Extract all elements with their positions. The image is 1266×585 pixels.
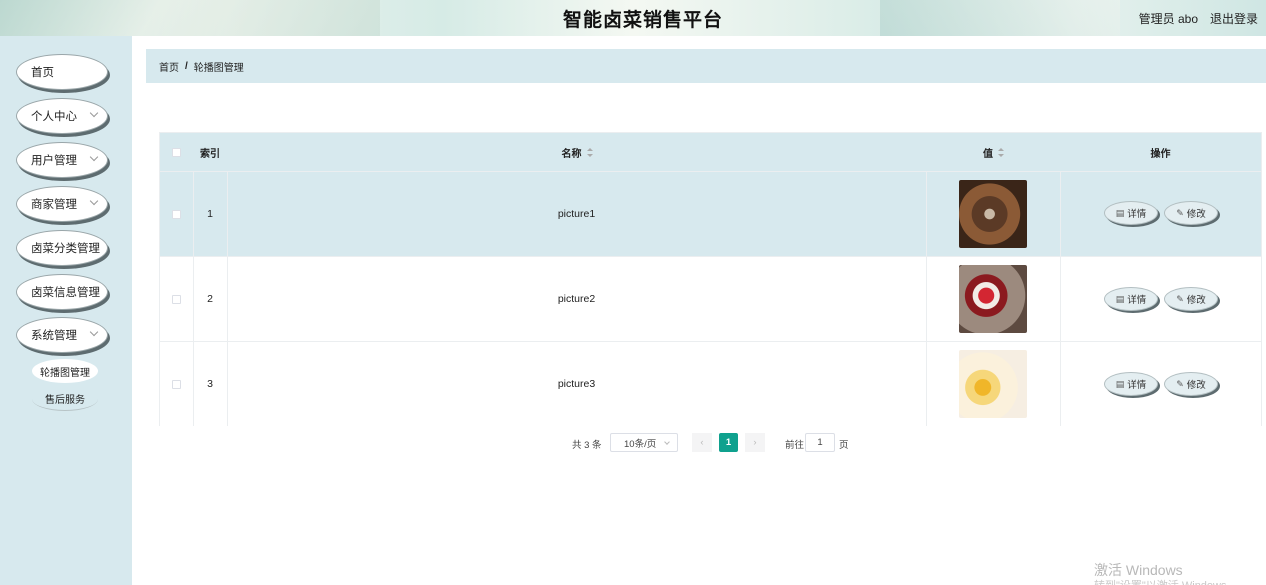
row-checkbox[interactable] xyxy=(172,209,181,219)
table-row: 3 picture3 ▤ 详情 ✎ 修改 xyxy=(160,341,1261,426)
edit-button-label: 修改 xyxy=(1186,209,1206,220)
chevron-down-icon xyxy=(89,196,99,206)
breadcrumb: 首页 / 轮播图管理 xyxy=(146,49,1266,83)
table-row: 1 picture1 ▤ 详情 ✎ 修改 xyxy=(160,171,1261,256)
sidebar-subitem-after-sales[interactable]: 售后服务 xyxy=(32,387,98,411)
sidebar-subitem-carousel[interactable]: 轮播图管理 xyxy=(32,359,98,383)
column-value-label: 值 xyxy=(983,148,993,160)
sort-icon[interactable] xyxy=(998,147,1004,157)
chevron-down-icon xyxy=(664,439,670,445)
edit-button-label: 修改 xyxy=(1186,380,1206,391)
row-value xyxy=(926,172,1060,256)
windows-activation-watermark-subtext: 转到"设置"以激活 Windows。 xyxy=(1094,577,1238,585)
row-name: picture3 xyxy=(557,378,596,390)
sidebar-subitem-label: 售后服务 xyxy=(45,395,85,406)
detail-button[interactable]: ▤ 详情 xyxy=(1104,201,1158,225)
row-index: 1 xyxy=(207,208,213,220)
column-value[interactable]: 值 xyxy=(926,133,1060,171)
edit-button[interactable]: ✎ 修改 xyxy=(1164,372,1218,396)
sidebar-item-product-management[interactable]: 卤菜信息管理 xyxy=(16,274,108,310)
row-select-cell xyxy=(160,342,193,426)
page-size-value: 10条/页 xyxy=(624,438,657,450)
picture3-thumbnail[interactable] xyxy=(959,350,1027,418)
top-header: 智能卤菜销售平台 管理员 abo 退出登录 xyxy=(0,0,1266,36)
next-page-button[interactable]: › xyxy=(745,433,765,452)
breadcrumb-current: 轮播图管理 xyxy=(193,62,244,74)
row-index: 3 xyxy=(207,378,213,390)
detail-button-label: 详情 xyxy=(1127,380,1147,391)
chevron-down-icon xyxy=(89,152,99,162)
breadcrumb-separator: / xyxy=(185,60,188,72)
page-unit-label: 页 xyxy=(839,440,849,451)
detail-button[interactable]: ▤ 详情 xyxy=(1104,372,1158,396)
sidebar-item-system-management[interactable]: 系统管理 xyxy=(16,317,108,353)
document-icon: ▤ xyxy=(1115,293,1125,304)
sort-icon[interactable] xyxy=(586,147,593,157)
app-title: 智能卤菜销售平台 xyxy=(562,10,723,31)
column-actions: 操作 xyxy=(1150,148,1171,160)
sidebar-item-personal-center[interactable]: 个人中心 xyxy=(16,98,108,134)
sidebar-item-label: 首页 xyxy=(31,67,54,79)
document-icon: ▤ xyxy=(1115,378,1125,389)
sidebar-item-label: 系统管理 xyxy=(31,330,77,342)
chevron-down-icon xyxy=(89,108,99,118)
row-select-cell xyxy=(160,172,193,256)
edit-button[interactable]: ✎ 修改 xyxy=(1164,287,1218,311)
breadcrumb-home[interactable]: 首页 xyxy=(159,59,179,74)
sidebar-item-label: 用户管理 xyxy=(31,155,77,167)
row-value xyxy=(926,257,1060,341)
chevron-down-icon xyxy=(89,327,99,337)
sidebar-item-label: 商家管理 xyxy=(31,199,77,211)
logout-link[interactable]: 退出登录 xyxy=(1210,10,1258,27)
picture1-thumbnail[interactable] xyxy=(959,180,1027,248)
row-actions: ▤ 详情 ✎ 修改 xyxy=(1060,342,1261,426)
current-page-button[interactable]: 1 xyxy=(719,433,738,452)
total-count: 共 3 条 xyxy=(572,440,602,451)
column-index: 索引 xyxy=(200,148,220,160)
document-icon: ▤ xyxy=(1115,207,1125,218)
table-header: 索引 名称 值 操作 xyxy=(160,133,1261,171)
pencil-icon: ✎ xyxy=(1176,207,1184,218)
detail-button-label: 详情 xyxy=(1127,209,1147,220)
chevron-left-icon: ‹ xyxy=(700,437,704,448)
detail-button[interactable]: ▤ 详情 xyxy=(1104,287,1158,311)
row-name: picture2 xyxy=(557,293,596,305)
pencil-icon: ✎ xyxy=(1176,378,1184,389)
current-user: 管理员 abo xyxy=(1138,12,1198,26)
edit-button-label: 修改 xyxy=(1186,295,1206,306)
column-name[interactable]: 名称 xyxy=(227,133,926,171)
table-row: 2 picture2 ▤ 详情 ✎ 修改 xyxy=(160,256,1261,341)
sidebar-item-merchant-management[interactable]: 商家管理 xyxy=(16,186,108,222)
detail-button-label: 详情 xyxy=(1127,295,1147,306)
row-checkbox[interactable] xyxy=(172,379,181,389)
page-size-select[interactable]: 10条/页 xyxy=(610,433,678,452)
carousel-table: 索引 名称 值 操作 1 picture1 ▤ 详情 ✎ 修改 2 picture2… xyxy=(159,132,1262,426)
goto-label: 前往 xyxy=(785,440,805,451)
sidebar-subitem-label: 轮播图管理 xyxy=(40,367,90,379)
sidebar-item-home[interactable]: 首页 xyxy=(16,54,108,90)
pencil-icon: ✎ xyxy=(1176,293,1184,304)
sidebar-item-label: 卤菜信息管理 xyxy=(31,287,100,299)
row-index: 2 xyxy=(207,293,213,305)
chevron-right-icon: › xyxy=(753,437,757,448)
sidebar: 首页 个人中心 用户管理 商家管理 卤菜分类管理 卤菜信息管理 系统管理 轮播图… xyxy=(0,36,132,585)
row-actions: ▤ 详情 ✎ 修改 xyxy=(1060,257,1261,341)
goto-page-input[interactable] xyxy=(805,433,835,452)
row-select-cell xyxy=(160,257,193,341)
prev-page-button[interactable]: ‹ xyxy=(692,433,712,452)
select-all-cell xyxy=(160,133,193,171)
sidebar-item-user-management[interactable]: 用户管理 xyxy=(16,142,108,178)
row-value xyxy=(926,342,1060,426)
row-actions: ▤ 详情 ✎ 修改 xyxy=(1060,172,1261,256)
select-all-checkbox[interactable] xyxy=(172,147,181,157)
sidebar-item-label: 个人中心 xyxy=(31,111,77,123)
sidebar-item-label: 卤菜分类管理 xyxy=(31,243,100,255)
edit-button[interactable]: ✎ 修改 xyxy=(1164,201,1218,225)
column-name-label: 名称 xyxy=(561,148,582,160)
picture2-thumbnail[interactable] xyxy=(959,265,1027,333)
sidebar-item-category-management[interactable]: 卤菜分类管理 xyxy=(16,230,108,266)
row-checkbox[interactable] xyxy=(172,294,181,304)
pagination: 共 3 条 10条/页 ‹ 1 › 前往 页 xyxy=(0,433,1266,453)
row-name: picture1 xyxy=(557,208,596,220)
